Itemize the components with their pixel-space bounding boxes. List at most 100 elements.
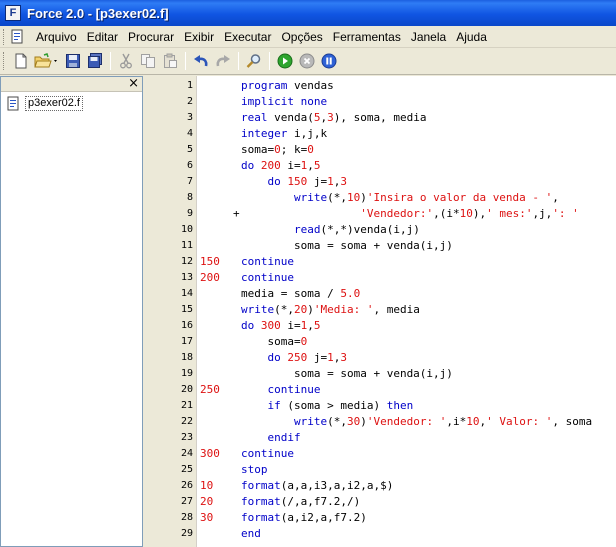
text-token: soma = soma + venda(i,j) [241,239,453,252]
undo-button[interactable] [190,50,212,72]
run-icon [277,53,293,69]
window-title: Force 2.0 - [p3exer02.f] [27,5,169,21]
stop-button[interactable] [296,50,318,72]
cut-icon [120,53,132,69]
code-line[interactable]: 8 write(*,10)'Insira o valor da venda - … [145,190,616,206]
code-line[interactable]: 27 20 format(/,a,f7.2,/) [145,494,616,510]
save-button[interactable] [62,50,84,72]
text-token: ,(i* [433,207,460,220]
code-text: continue [241,270,294,286]
menu-executar[interactable]: Executar [219,27,276,47]
code-line[interactable]: 15 write(*,20)'Media: ', media [145,302,616,318]
text-token: ) [360,415,367,428]
text-token: i= [280,319,301,332]
redo-button[interactable] [212,50,234,72]
text-token: venda( [267,111,314,124]
menu-arquivo[interactable]: Arquivo [31,27,82,47]
cut-button[interactable] [115,50,137,72]
file-list-item[interactable]: p3exer02.f [6,95,142,111]
close-icon[interactable]: × [128,76,139,91]
copy-icon [141,54,155,68]
code-line[interactable]: 4 integer i,j,k [145,126,616,142]
code-text: if (soma > media) then [241,398,414,414]
code-line[interactable]: 9 + 'Vendedor:',(i*10),' mes:',j,': ' [145,206,616,222]
toolbar-grip[interactable] [3,52,6,70]
keyword-token: format [241,479,281,492]
code-line[interactable]: 19 soma = soma + venda(i,j) [145,366,616,382]
line-number: 9 [186,208,193,219]
toolbar [0,48,616,75]
code-editor[interactable]: 1 program vendas 2 implicit none 3 real venda… [145,76,616,547]
line-number: 28 [180,512,193,523]
new-file-button[interactable] [10,50,32,72]
text-token: (a,i2,a,f7.2) [280,511,367,524]
code-text: 'Vendedor:',(i*10),' mes:',j,': ' [241,206,579,222]
toolbar-separator [238,52,239,70]
code-line[interactable]: 1 program vendas [145,78,616,94]
code-line[interactable]: 3 real venda(5,3), soma, media [145,110,616,126]
save-icon [66,54,80,68]
keyword-token: continue [241,447,294,460]
code-line[interactable]: 21 if (soma > media) then [145,398,616,414]
code-text: soma=0 [241,334,307,350]
paste-button[interactable] [159,50,181,72]
document-menu-icon[interactable] [11,29,25,44]
code-line[interactable]: 18 do 250 j=1,3 [145,350,616,366]
code-line[interactable]: 25 stop [145,462,616,478]
code-line[interactable]: 6 do 200 i=1,5 [145,158,616,174]
code-line[interactable]: 24 300 continue [145,446,616,462]
code-line[interactable]: 20 250 continue [145,382,616,398]
copy-button[interactable] [137,50,159,72]
menu-procurar[interactable]: Procurar [123,27,179,47]
keyword-token: do [267,175,281,188]
menu-editar[interactable]: Editar [82,27,123,47]
keyword-token: write [293,415,328,428]
pause-button[interactable] [318,50,340,72]
menu-exibir[interactable]: Exibir [179,27,219,47]
code-line[interactable]: 10 read(*,*)venda(i,j) [145,222,616,238]
keyword-token: continue [241,255,294,268]
menu-bar: Arquivo Editar Procurar Exibir Executar … [0,26,616,48]
find-button[interactable] [243,50,265,72]
number-token: 150 [287,175,308,188]
line-number: 19 [180,368,193,379]
code-line[interactable]: 11 soma = soma + venda(i,j) [145,238,616,254]
text-token: (*, [327,191,347,204]
statement-label: 10 [200,479,214,492]
title-bar[interactable]: F Force 2.0 - [p3exer02.f] [0,0,616,26]
code-line[interactable]: 17 soma=0 [145,334,616,350]
menu-ferramentas[interactable]: Ferramentas [328,27,406,47]
code-line[interactable]: 7 do 150 j=1,3 [145,174,616,190]
save-all-button[interactable] [84,50,106,72]
code-line[interactable]: 16 do 300 i=1,5 [145,318,616,334]
menu-opcoes[interactable]: Opções [276,27,327,47]
run-button[interactable] [274,50,296,72]
line-number: 14 [180,288,193,299]
code-line[interactable]: 12 150 continue [145,254,616,270]
code-line[interactable]: 2 implicit none [145,94,616,110]
code-line[interactable]: 26 10 format(a,a,i3,a,i2,a,$) [145,478,616,494]
code-line[interactable]: 13 200 continue [145,270,616,286]
line-number: 6 [186,160,193,171]
line-number: 7 [186,176,193,187]
code-line[interactable]: 23 endif [145,430,616,446]
code-line[interactable]: 29 end [145,526,616,542]
code-line[interactable]: 14 media = soma / 5.0 [145,286,616,302]
keyword-token: format [241,511,281,524]
open-folder-icon [34,53,57,68]
text-token: ) [360,191,367,204]
menu-grip[interactable] [3,28,6,45]
code-line[interactable]: 28 30 format(a,i2,a,f7.2) [145,510,616,526]
menu-ajuda[interactable]: Ajuda [451,27,492,47]
open-folder-button[interactable] [32,50,62,72]
text-token: i= [280,159,301,172]
save-all-icon [88,53,102,68]
force-app-icon[interactable]: F [5,5,21,21]
statement-label: 300 [200,447,220,460]
code-line[interactable]: 5 soma=0; k=0 [145,142,616,158]
code-lines[interactable]: 1 program vendas 2 implicit none 3 real venda… [145,78,616,542]
code-line[interactable]: 22 write(*,30)'Vendedor: ',i*10,' Valor:… [145,414,616,430]
menu-janela[interactable]: Janela [406,27,451,47]
toolbar-separator [269,52,270,70]
